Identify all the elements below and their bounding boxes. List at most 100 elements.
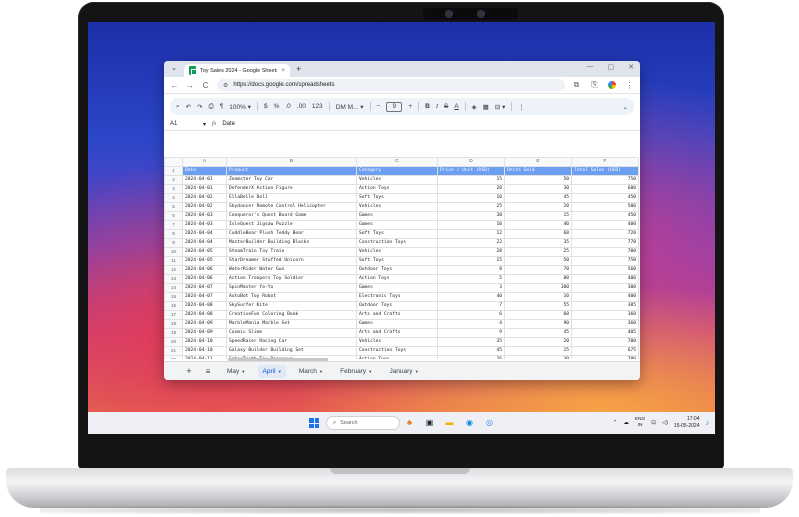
table-cell[interactable]: 300: [571, 283, 639, 293]
table-cell[interactable]: 450: [571, 193, 639, 203]
paint-format-icon[interactable]: ¶: [220, 103, 224, 110]
table-cell[interactable]: 720: [571, 229, 639, 239]
table-cell[interactable]: Vehicles: [356, 175, 438, 185]
row-number[interactable]: 13: [164, 274, 183, 284]
downloads-icon[interactable]: ⎘: [590, 80, 599, 90]
table-cell[interactable]: 15: [504, 346, 572, 356]
clock[interactable]: 17:04 15-05-2024: [674, 416, 700, 430]
header-cell[interactable]: Price / Unit (USD): [437, 166, 505, 176]
font-select[interactable]: DM M... ▾: [336, 103, 364, 111]
table-cell[interactable]: 4: [437, 319, 505, 329]
table-cell[interactable]: 2024-04-01: [182, 184, 227, 194]
row-number[interactable]: 15: [164, 292, 183, 302]
table-cell[interactable]: SpinMaster Yo-Yo: [226, 283, 357, 293]
profile-avatar[interactable]: [608, 81, 617, 89]
table-cell[interactable]: 400: [571, 292, 639, 302]
table-cell[interactable]: 20: [504, 337, 572, 347]
table-cell[interactable]: 560: [571, 265, 639, 275]
table-cell[interactable]: Games: [356, 220, 438, 230]
widget-app-icon[interactable]: ♣: [404, 417, 415, 428]
sheet-tab-caret-icon[interactable]: ▾: [279, 369, 281, 374]
bold-button[interactable]: B: [425, 103, 430, 110]
table-cell[interactable]: Arts and Crafts: [356, 310, 438, 320]
row-number[interactable]: 10: [164, 247, 183, 257]
table-cell[interactable]: 26: [437, 355, 505, 359]
task-view-icon[interactable]: ▣: [424, 417, 435, 428]
table-cell[interactable]: 750: [571, 175, 639, 185]
table-cell[interactable]: 20: [437, 184, 505, 194]
table-cell[interactable]: Vehicles: [356, 247, 438, 257]
taskbar-search[interactable]: ⌕ Search: [326, 416, 400, 430]
table-cell[interactable]: 2024-04-03: [182, 211, 227, 221]
sheet-tab-april[interactable]: April ▾: [257, 364, 286, 378]
sheet-tab-march[interactable]: March ▾: [294, 365, 327, 378]
table-cell[interactable]: Action Toys: [356, 355, 438, 359]
table-cell[interactable]: 100: [504, 283, 572, 293]
increase-font-size-button[interactable]: +: [408, 103, 412, 110]
table-cell[interactable]: Action Toys: [356, 184, 438, 194]
table-cell[interactable]: 50: [504, 256, 572, 266]
browser-menu-icon[interactable]: ⋮: [625, 81, 634, 90]
table-cell[interactable]: IsleQuest Jigsaw Puzzle: [226, 220, 357, 230]
table-cell[interactable]: Soft Toys: [356, 229, 438, 239]
table-cell[interactable]: 400: [571, 220, 639, 230]
table-cell[interactable]: 2024-04-05: [182, 256, 227, 266]
table-cell[interactable]: 2024-04-03: [182, 220, 227, 230]
table-cell[interactable]: 60: [504, 310, 572, 320]
select-all-corner[interactable]: [164, 157, 183, 167]
table-cell[interactable]: Conqueror's Quest Board Game: [226, 211, 357, 221]
row-number[interactable]: 22: [164, 355, 183, 359]
table-cell[interactable]: 3: [437, 283, 505, 293]
hide-menus-chevron-icon[interactable]: ⌄: [623, 103, 628, 111]
table-cell[interactable]: Construction Toys: [356, 238, 438, 248]
table-cell[interactable]: Cosmic Slime: [226, 328, 357, 338]
table-cell[interactable]: 22: [437, 238, 505, 248]
column-header[interactable]: C: [356, 157, 438, 167]
table-cell[interactable]: DefenderX Action Figure: [226, 184, 357, 194]
table-cell[interactable]: 10: [437, 193, 505, 203]
browser-tab[interactable]: Toy Sales 2024 - Google Sheets ×: [184, 64, 290, 77]
add-sheet-button[interactable]: +: [184, 366, 194, 376]
table-cell[interactable]: 600: [571, 184, 639, 194]
table-cell[interactable]: 400: [571, 274, 639, 284]
borders-icon[interactable]: ▦: [483, 103, 489, 111]
column-header[interactable]: F: [571, 157, 639, 167]
tray-chevron-icon[interactable]: ⌃: [613, 420, 618, 426]
table-cell[interactable]: 2024-04-05: [182, 247, 227, 257]
table-cell[interactable]: Construction Toys: [356, 346, 438, 356]
table-cell[interactable]: StarDreamer Stuffed Unicorn: [226, 256, 357, 266]
onedrive-icon[interactable]: ☁: [623, 420, 629, 426]
table-cell[interactable]: 2024-04-08: [182, 301, 227, 311]
table-cell[interactable]: 30: [437, 211, 505, 221]
table-cell[interactable]: 2024-04-10: [182, 337, 227, 347]
text-color-button[interactable]: A: [454, 103, 458, 110]
row-number[interactable]: 11: [164, 256, 183, 266]
header-cell[interactable]: Total Sales (USD): [571, 166, 639, 176]
sheet-tab-caret-icon[interactable]: ▾: [369, 369, 371, 374]
table-cell[interactable]: MasterBuilder Building Blocks: [226, 238, 357, 248]
table-cell[interactable]: 2024-04-10: [182, 346, 227, 356]
header-cell[interactable]: Units Sold: [504, 166, 572, 176]
row-number[interactable]: 14: [164, 283, 183, 293]
table-cell[interactable]: 500: [571, 202, 639, 212]
table-cell[interactable]: 2024-04-02: [182, 202, 227, 212]
table-cell[interactable]: 50: [504, 175, 572, 185]
column-header[interactable]: D: [437, 157, 505, 167]
merge-cells-icon[interactable]: ⊟ ▾: [495, 103, 506, 111]
table-cell[interactable]: CuddleBear Plush Teddy Bear: [226, 229, 357, 239]
row-number[interactable]: 3: [164, 184, 183, 194]
table-cell[interactable]: AutoBot Toy Robot: [226, 292, 357, 302]
table-cell[interactable]: 55: [504, 301, 572, 311]
table-cell[interactable]: 40: [437, 292, 505, 302]
table-cell[interactable]: 360: [571, 310, 639, 320]
table-cell[interactable]: Action Troopers Toy Soldier: [226, 274, 357, 284]
table-cell[interactable]: 45: [504, 328, 572, 338]
table-cell[interactable]: 45: [437, 346, 505, 356]
table-cell[interactable]: 405: [571, 328, 639, 338]
table-cell[interactable]: 15: [437, 256, 505, 266]
table-cell[interactable]: 2024-04-06: [182, 274, 227, 284]
table-cell[interactable]: Action Toys: [356, 274, 438, 284]
language-indicator[interactable]: ENG IN: [635, 417, 645, 429]
table-cell[interactable]: 40: [504, 220, 572, 230]
more-toolbar-button[interactable]: ⋮: [518, 103, 525, 111]
